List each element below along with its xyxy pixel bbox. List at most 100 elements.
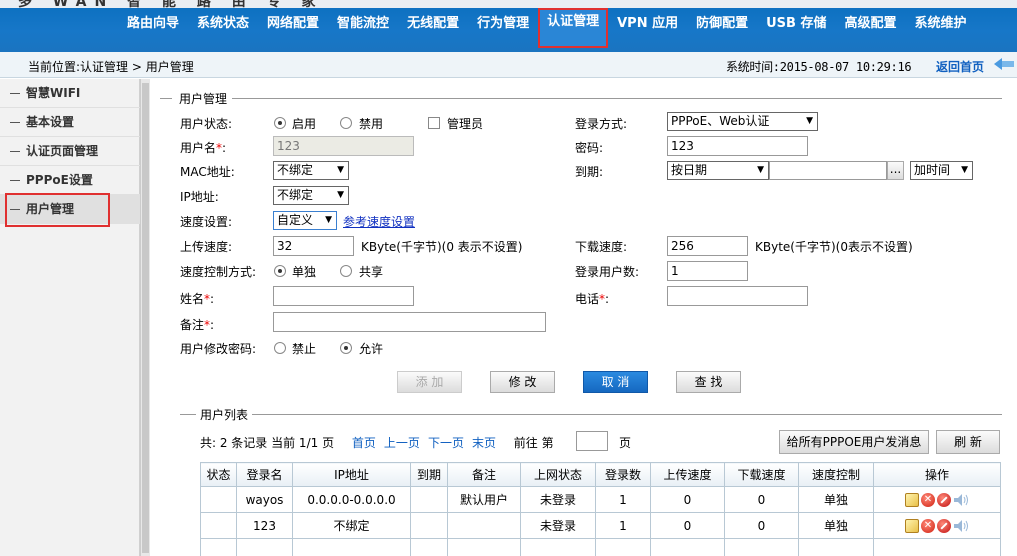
expire-mode-select[interactable]: 按日期 ▼ — [667, 161, 769, 180]
return-home-icon[interactable] — [992, 56, 1014, 72]
user-table: 状态 登录名 IP地址 到期 备注 上网状态 登录数 上传速度 下载速度 速度控… — [200, 462, 1001, 556]
sidebar-item-basic-settings[interactable]: 基本设置 — [0, 108, 140, 137]
speed-shared-radio[interactable] — [340, 265, 352, 277]
expire-label: 到期: — [575, 165, 604, 179]
col-download: 下载速度 — [724, 462, 799, 487]
table-row[interactable]: 123 不绑定 未登录 1 0 0 单独 ✕ — [200, 512, 1001, 539]
nav-item-behavior-mgmt[interactable]: 行为管理 — [468, 10, 538, 38]
disable-icon[interactable] — [937, 518, 951, 533]
scrollbar-thumb[interactable] — [142, 83, 149, 553]
nav-item-traffic-control[interactable]: 智能流控 — [328, 10, 398, 38]
send-message-all-button[interactable]: 给所有PPPOE用户发消息 — [779, 430, 929, 454]
delete-icon[interactable]: ✕ — [921, 492, 935, 507]
admin-label: 管理员 — [447, 117, 484, 131]
phone-input[interactable] — [667, 286, 808, 306]
dropdown-arrow-icon: ▼ — [337, 165, 344, 175]
nav-item-wireless-config[interactable]: 无线配置 — [398, 10, 468, 38]
upload-speed-input[interactable]: 32 — [273, 236, 354, 256]
cancel-button[interactable]: 取 消 — [583, 371, 648, 393]
cell-online: 未登录 — [520, 512, 596, 539]
nav-item-vpn[interactable]: VPN 应用 — [608, 10, 687, 38]
brand-strip: 多 WAN 智 能 路 由 专 家 — [0, 0, 1017, 8]
expire-date-picker-button[interactable]: ... — [887, 161, 904, 180]
password-input[interactable]: 123 — [667, 136, 808, 156]
upload-speed-unit: KByte(千字节)(0 表示不设置) — [361, 240, 523, 254]
nav-item-auth-mgmt[interactable]: 认证管理 — [538, 8, 609, 48]
form-legend: 用户管理 — [177, 90, 230, 107]
status-enable-radio[interactable] — [274, 117, 286, 129]
search-button[interactable]: 查 找 — [676, 371, 741, 393]
speed-single-radio[interactable] — [274, 265, 286, 277]
note-label: 备注*: — [180, 316, 214, 333]
table-header-row: 状态 登录名 IP地址 到期 备注 上网状态 登录数 上传速度 下载速度 速度控… — [200, 462, 1001, 487]
delete-icon[interactable]: ✕ — [921, 518, 935, 533]
fieldset-border — [180, 414, 196, 415]
sidebar-scrollbar[interactable] — [140, 79, 150, 556]
pager-first-link[interactable]: 首页 — [352, 436, 376, 450]
pager-goto-input[interactable] — [576, 431, 608, 451]
broadcast-message-icon[interactable] — [953, 493, 969, 507]
nav-item-network-config[interactable]: 网络配置 — [258, 10, 328, 38]
nav-item-defense-config[interactable]: 防御配置 — [687, 10, 757, 38]
add-time-select[interactable]: 加时间 ▼ — [910, 161, 973, 180]
nav-item-system-status[interactable]: 系统状态 — [188, 10, 258, 38]
add-button[interactable]: 添 加 — [397, 371, 462, 393]
ip-label: IP地址: — [180, 190, 219, 204]
mac-select[interactable]: 不绑定 ▼ — [273, 161, 349, 180]
ip-select[interactable]: 不绑定 ▼ — [273, 186, 349, 205]
disable-icon[interactable] — [937, 492, 951, 507]
login-mode-select[interactable]: PPPoE、Web认证 ▼ — [667, 112, 818, 131]
pager-summary: 共: 2 条记录 当前 1/1 页 — [200, 436, 335, 450]
dropdown-arrow-icon: ▼ — [337, 190, 344, 200]
sidebar-item-pppoe[interactable]: PPPoE设置 — [0, 166, 140, 195]
sidebar-item-smart-wifi[interactable]: 智慧WIFI — [0, 79, 140, 108]
dash-icon — [10, 180, 20, 181]
system-time: 系统时间:2015-08-07 10:29:16 — [726, 60, 912, 74]
nav-item-usb-storage[interactable]: USB 存储 — [757, 10, 835, 38]
fieldset-border — [252, 414, 1002, 415]
change-pw-allow-radio[interactable] — [340, 342, 352, 354]
pager-goto-suffix: 页 — [619, 436, 632, 450]
pager-prev-link[interactable]: 上一页 — [384, 436, 420, 450]
nav-item-system-maintenance[interactable]: 系统维护 — [906, 10, 976, 38]
sidebar-item-auth-page[interactable]: 认证页面管理 — [0, 137, 140, 166]
pager-next-link[interactable]: 下一页 — [428, 436, 464, 450]
login-mode-value: PPPoE、Web认证 — [671, 114, 770, 128]
refresh-button[interactable]: 刷 新 — [936, 430, 1000, 454]
cell-count: 1 — [595, 486, 651, 513]
dropdown-arrow-icon: ▼ — [806, 116, 813, 126]
change-pw-forbid-radio[interactable] — [274, 342, 286, 354]
col-actions: 操作 — [873, 462, 1001, 487]
fieldset-border — [160, 98, 172, 99]
add-time-value: 加时间 — [914, 163, 951, 177]
user-change-password-label: 用户修改密码: — [180, 342, 257, 356]
username-input[interactable]: 123 — [273, 136, 414, 156]
cell-speed-ctrl: 单独 — [798, 512, 874, 539]
speed-setting-select[interactable]: 自定义 ▼ — [273, 211, 337, 230]
change-pw-forbid-label: 禁止 — [292, 342, 317, 356]
modify-button[interactable]: 修 改 — [490, 371, 555, 393]
download-speed-unit: KByte(千字节)(0表示不设置) — [755, 240, 913, 254]
edit-icon[interactable] — [905, 492, 919, 507]
return-home-link[interactable]: 返回首页 — [936, 58, 984, 75]
speed-shared-label: 共享 — [359, 265, 384, 279]
admin-checkbox[interactable] — [428, 117, 440, 129]
col-count: 登录数 — [595, 462, 651, 487]
name-input[interactable] — [273, 286, 414, 306]
broadcast-message-icon[interactable] — [953, 519, 969, 533]
login-count-input[interactable]: 1 — [667, 261, 748, 281]
expire-date-input[interactable] — [769, 161, 887, 180]
status-disable-radio[interactable] — [340, 117, 352, 129]
table-row[interactable]: wayos 0.0.0.0-0.0.0.0 默认用户 未登录 1 0 0 单独 … — [200, 486, 1001, 513]
nav-item-advanced-config[interactable]: 高级配置 — [835, 10, 905, 38]
user-status-label: 用户状态: — [180, 117, 233, 131]
username-label-text: 用户名 — [180, 141, 217, 155]
download-speed-input[interactable]: 256 — [667, 236, 748, 256]
reference-speed-link[interactable]: 参考速度设置 — [343, 213, 415, 230]
pager-last-link[interactable]: 末页 — [472, 436, 496, 450]
note-input[interactable] — [273, 312, 546, 332]
nav-item-setup-wizard[interactable]: 路由向导 — [118, 10, 188, 38]
cell-note: 默认用户 — [447, 486, 521, 513]
edit-icon[interactable] — [905, 518, 919, 533]
ip-value: 不绑定 — [277, 188, 314, 202]
